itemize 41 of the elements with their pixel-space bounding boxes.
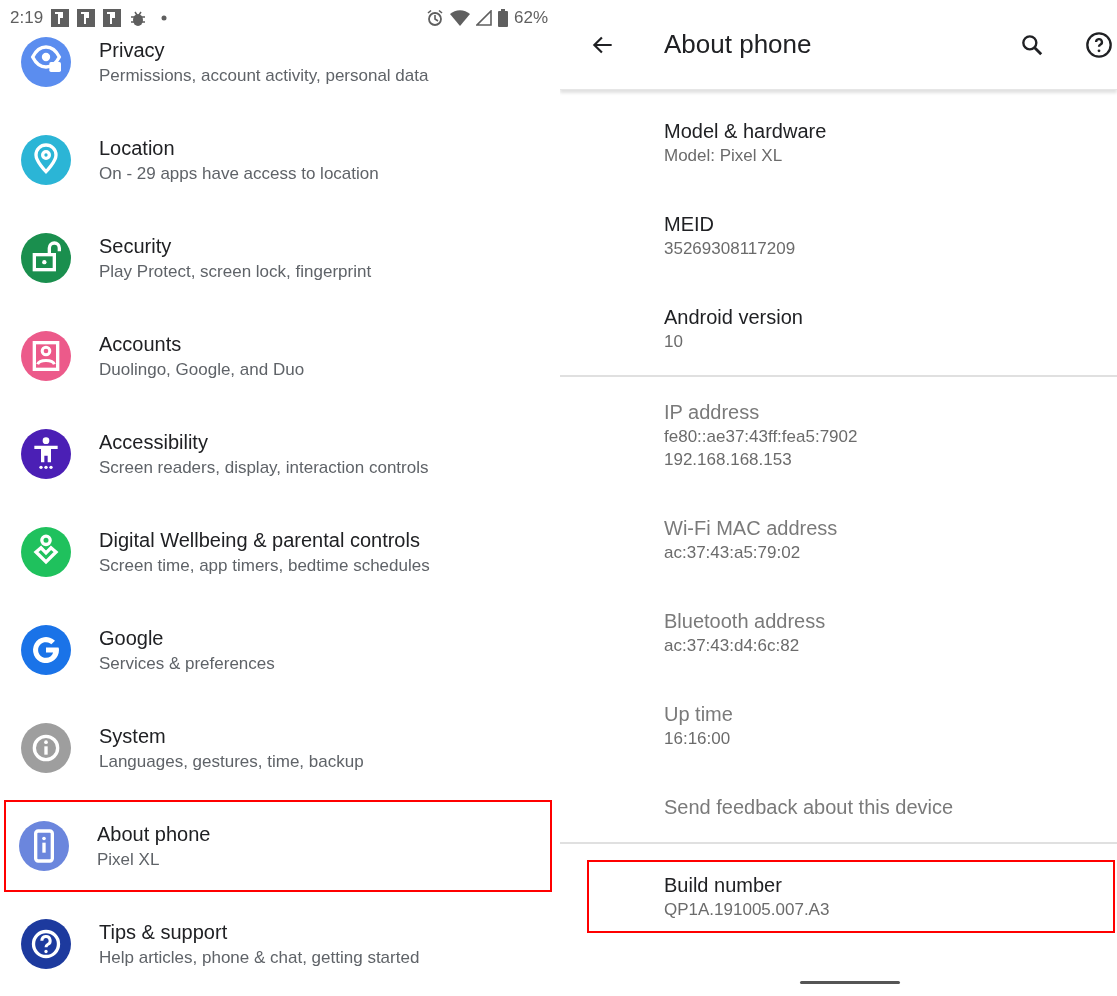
info-value: ac:37:43:d4:6c:82 [664,635,801,657]
info-title: Send feedback about this device [664,795,955,820]
item-title: Accessibility [99,430,209,455]
item-subtitle: Permissions, account activity, personal data [99,65,429,87]
item-subtitle: Languages, gestures, time, backup [99,751,364,773]
info-title: IP address [664,400,761,425]
info-value: 10 [664,331,684,353]
info-value: fe80::ae37:43ff:fea5:7902 [664,426,859,448]
item-title: System [99,724,167,749]
status-time: 2:19 [10,7,44,30]
item-subtitle: Screen time, app timers, bedtime schedules [99,555,430,577]
item-title: Privacy [99,38,166,63]
item-subtitle: Play Protect, screen lock, fingerprint [99,261,372,283]
info-title: Android version [664,305,804,330]
item-subtitle: Pixel XL [97,849,161,871]
item-subtitle: Help articles, phone & chat, getting started [99,947,420,969]
info-title: Up time [664,702,734,727]
item-title: About phone [97,822,211,847]
item-title: Security [99,234,173,259]
info-value: ac:37:43:a5:79:02 [664,542,802,564]
item-title: Location [99,136,176,161]
info-title: Model & hardware [664,119,828,144]
info-title: Build number [664,873,783,898]
info-title: MEID [664,212,715,237]
item-title: Tips & support [99,920,229,945]
info-value: QP1A.191005.007.A3 [664,899,831,921]
item-subtitle: Duolingo, Google, and Duo [99,359,305,381]
item-subtitle: On - 29 apps have access to location [99,163,379,185]
item-title: Accounts [99,332,183,357]
info-value: 16:16:00 [664,728,732,750]
page-title: About phone [664,28,813,61]
info-value: 35269308117209 [664,238,797,260]
item-title: Google [99,626,165,651]
info-value: Model: Pixel XL [664,145,784,167]
battery-percent: 62% [513,7,548,30]
info-title: Bluetooth address [664,609,827,634]
info-title: Wi-Fi MAC address [664,516,839,541]
item-subtitle: Screen readers, display, interaction controls [99,457,429,479]
info-value: 192.168.168.153 [664,449,793,471]
item-title: Digital Wellbeing & parental controls [99,528,421,553]
item-subtitle: Services & preferences [99,653,275,675]
